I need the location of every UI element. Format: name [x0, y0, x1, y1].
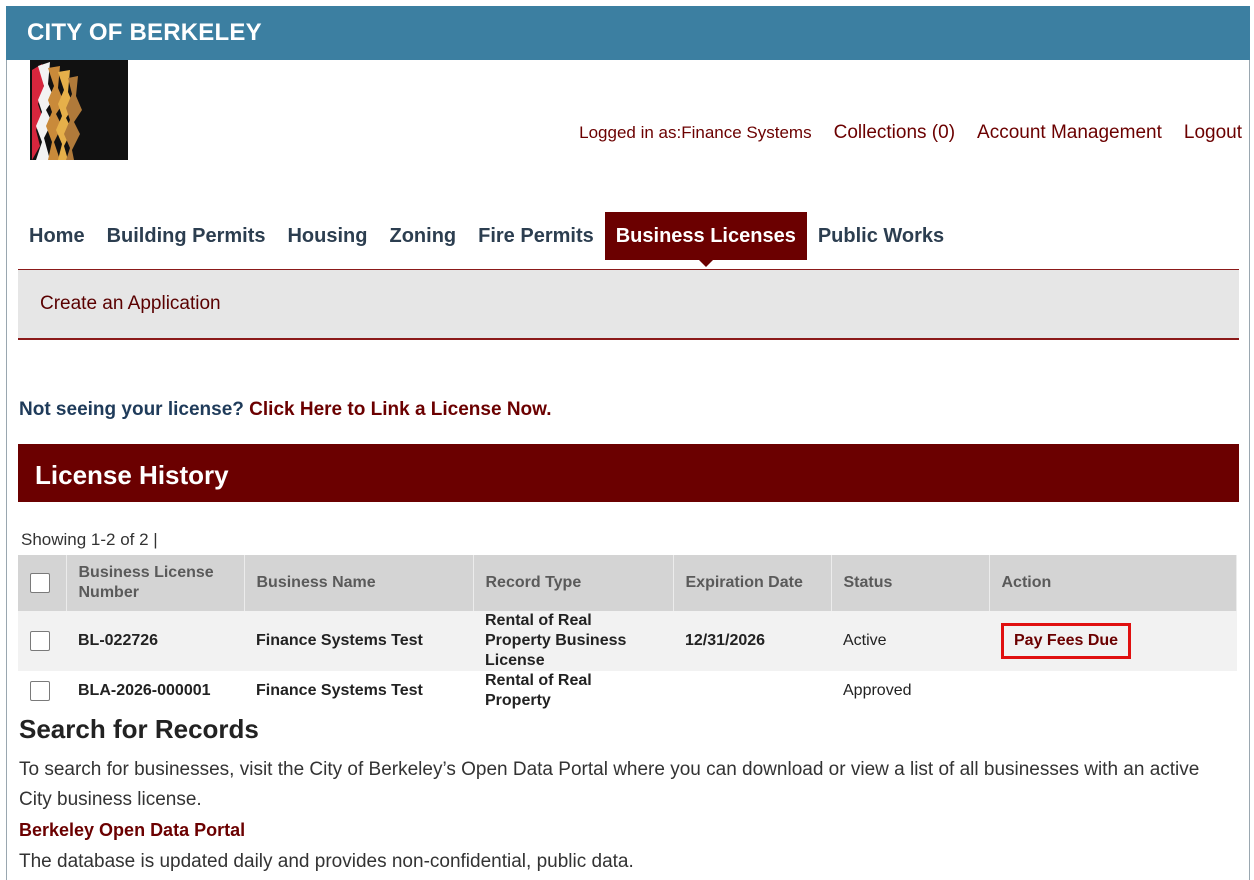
tab-fire-permits[interactable]: Fire Permits — [467, 212, 605, 260]
row-checkbox[interactable] — [30, 630, 50, 651]
link-license-question: Not seeing your license? — [19, 399, 250, 420]
table-header-row: Business License Number Business Name Re… — [18, 555, 1237, 611]
sub-nav: Create an Application — [18, 269, 1239, 340]
business-name-cell: Finance Systems Test — [244, 611, 473, 671]
site-header: CITY OF BERKELEY — [6, 6, 1250, 60]
tab-business-licenses[interactable]: Business Licenses — [604, 212, 807, 267]
expiration-date-cell: 12/31/2026 — [673, 611, 831, 671]
row-select-cell — [18, 611, 66, 671]
collections-link[interactable]: Collections (0) — [834, 122, 955, 144]
select-all-cell — [18, 555, 67, 611]
status-cell: Approved — [831, 671, 989, 711]
link-license-action[interactable]: Click Here to Link a License Now. — [249, 399, 551, 420]
main-nav: Home Building Permits Housing Zoning Fir… — [18, 212, 955, 267]
tab-zoning[interactable]: Zoning — [378, 212, 467, 260]
column-header-business-name[interactable]: Business Name — [244, 555, 474, 611]
link-license-prompt: Not seeing your license? Click Here to L… — [19, 399, 552, 421]
column-header-expiration-date[interactable]: Expiration Date — [673, 555, 832, 611]
license-number-link[interactable]: BLA-2026-000001 — [66, 671, 244, 711]
logout-link[interactable]: Logout — [1184, 122, 1242, 144]
table-row: BL-022726 Finance Systems Test Rental of… — [18, 611, 1237, 671]
status-cell: Active — [831, 611, 989, 671]
row-checkbox[interactable] — [30, 680, 50, 701]
record-type-cell: Rental of Real Property Business License — [473, 611, 673, 671]
logged-in-label: Logged in as:Finance Systems — [579, 123, 812, 142]
row-select-cell — [18, 671, 66, 711]
action-cell: Pay Fees Due — [989, 611, 1237, 671]
select-all-checkbox[interactable] — [30, 572, 50, 593]
tab-building-permits[interactable]: Building Permits — [96, 212, 277, 260]
tab-home[interactable]: Home — [18, 212, 96, 260]
record-type-cell: Rental of Real Property — [473, 671, 673, 711]
license-number-link[interactable]: BL-022726 — [66, 611, 244, 671]
license-history-table: Business License Number Business Name Re… — [18, 555, 1237, 711]
create-application-link[interactable]: Create an Application — [40, 293, 221, 315]
column-header-record-type[interactable]: Record Type — [473, 555, 674, 611]
open-data-portal-link[interactable]: Berkeley Open Data Portal — [19, 820, 245, 841]
action-cell — [989, 671, 1237, 711]
account-management-link[interactable]: Account Management — [977, 122, 1162, 144]
search-records-title: Search for Records — [19, 714, 259, 744]
license-history-title: License History — [35, 460, 229, 490]
berkeley-faces-logo-icon[interactable] — [30, 60, 128, 160]
results-count: Showing 1-2 of 2 | — [21, 530, 158, 549]
column-header-action: Action — [989, 555, 1237, 611]
user-nav: Logged in as:Finance Systems Collections… — [579, 122, 1242, 144]
expiration-date-cell — [673, 671, 831, 711]
search-records-description: To search for businesses, visit the City… — [19, 759, 1200, 810]
license-history-header: License History — [18, 444, 1239, 502]
tab-housing[interactable]: Housing — [276, 212, 378, 260]
pay-fees-due-button[interactable]: Pay Fees Due — [1001, 623, 1132, 659]
business-name-cell: Finance Systems Test — [244, 671, 473, 711]
column-header-license-number[interactable]: Business License Number — [66, 555, 245, 611]
database-update-note: The database is updated daily and provid… — [19, 851, 634, 872]
column-header-status[interactable]: Status — [831, 555, 990, 611]
table-row: BLA-2026-000001 Finance Systems Test Ren… — [18, 671, 1237, 711]
site-title: CITY OF BERKELEY — [27, 19, 262, 46]
tab-public-works[interactable]: Public Works — [807, 212, 955, 260]
